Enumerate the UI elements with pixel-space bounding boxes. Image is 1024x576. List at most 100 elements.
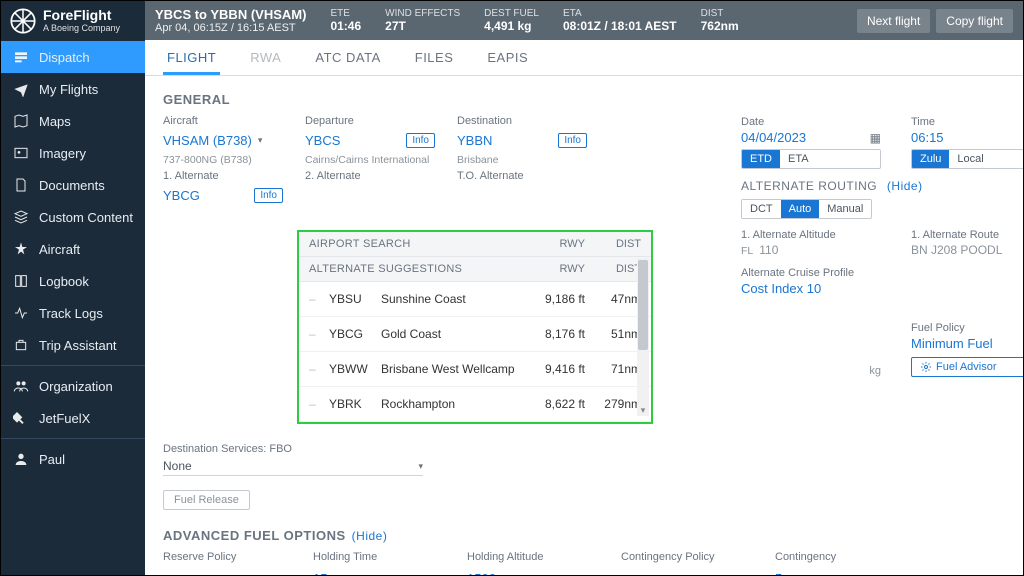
user-icon bbox=[13, 451, 29, 467]
aircraft-label: Aircraft bbox=[163, 115, 301, 127]
chevron-down-icon[interactable]: ▾ bbox=[637, 405, 649, 416]
alt-row[interactable]: –YBRKRockhampton8,622 ft279nm bbox=[299, 387, 651, 422]
topbar: YBCS to YBBN (VHSAM) Apr 04, 06:15Z / 16… bbox=[145, 1, 1023, 40]
brand: ForeFlight A Boeing Company bbox=[1, 1, 145, 41]
nav-label: My Flights bbox=[39, 82, 98, 97]
departure-field[interactable]: YBCS bbox=[305, 133, 340, 148]
nav-label: Organization bbox=[39, 379, 113, 394]
nav-imagery[interactable]: Imagery bbox=[1, 137, 145, 169]
holding-time-label: Holding Time bbox=[313, 551, 461, 563]
route-subtitle: Apr 04, 06:15Z / 16:15 AEST bbox=[155, 22, 306, 34]
nav-track-logs[interactable]: Track Logs bbox=[1, 297, 145, 329]
etd-eta-toggle[interactable]: ETDETA bbox=[741, 149, 881, 169]
date-field[interactable]: 04/04/2023▦ bbox=[741, 130, 881, 145]
aircraft-sub: 737-800NG (B738) bbox=[163, 154, 301, 166]
alt-row[interactable]: –YBCGGold Coast8,176 ft51nm bbox=[299, 317, 651, 352]
nav-label: Documents bbox=[39, 178, 105, 193]
nav-label: JetFuelX bbox=[39, 411, 90, 426]
destination-info-button[interactable]: Info bbox=[558, 133, 587, 148]
nav-label: Imagery bbox=[39, 146, 86, 161]
contingency-label: Contingency bbox=[775, 551, 923, 563]
section-general: GENERAL bbox=[163, 92, 1005, 107]
tabs: FLIGHT RWA ATC DATA FILES EAPIS bbox=[145, 40, 1023, 76]
nav-maps[interactable]: Maps bbox=[1, 105, 145, 137]
routing-mode-toggle[interactable]: DCTAutoManual bbox=[741, 199, 872, 219]
nav-aircraft[interactable]: Aircraft bbox=[1, 233, 145, 265]
nav-dispatch[interactable]: Dispatch bbox=[1, 41, 145, 73]
fuel-icon bbox=[13, 410, 29, 426]
aircraft-icon bbox=[13, 241, 29, 257]
tab-files[interactable]: FILES bbox=[411, 40, 458, 75]
suitcase-icon bbox=[13, 337, 29, 353]
holding-time-input[interactable]: 15Min bbox=[313, 571, 439, 575]
nav-logbook[interactable]: Logbook bbox=[1, 265, 145, 297]
nav-label: Paul bbox=[39, 452, 65, 467]
alt1-label: 1. Alternate bbox=[163, 170, 301, 182]
nav-user[interactable]: Paul bbox=[1, 443, 145, 475]
reserve-policy-label: Reserve Policy bbox=[163, 551, 307, 563]
fuel-release-button[interactable]: Fuel Release bbox=[163, 490, 250, 510]
tab-eapis[interactable]: EAPIS bbox=[483, 40, 532, 75]
adv-hide[interactable]: (Hide) bbox=[352, 529, 388, 543]
tab-flight[interactable]: FLIGHT bbox=[163, 40, 220, 75]
cruise-profile-select[interactable]: Cost Index 10▾ bbox=[741, 281, 1023, 296]
nav-organization[interactable]: Organization bbox=[1, 370, 145, 402]
metric-value: 762nm bbox=[701, 19, 739, 33]
stack-icon bbox=[13, 209, 29, 225]
holding-alt-label: Holding Altitude bbox=[467, 551, 615, 563]
nav-label: Track Logs bbox=[39, 306, 103, 321]
alt-alt-label: 1. Alternate Altitude bbox=[741, 229, 881, 241]
nav-jetfuelx[interactable]: JetFuelX bbox=[1, 402, 145, 434]
alt-alt-value[interactable]: 110 bbox=[759, 243, 778, 257]
alt-route-label: 1. Alternate Route bbox=[911, 229, 1002, 241]
fuel-advisor-button[interactable]: Fuel Advisor bbox=[911, 357, 1023, 377]
metric-label: WIND EFFECTS bbox=[385, 8, 460, 19]
alt1-info-button[interactable]: Info bbox=[254, 188, 283, 203]
contingency-input[interactable]: 5% bbox=[775, 571, 885, 575]
metric-label: ETE bbox=[330, 8, 361, 19]
rwy-header: RWY bbox=[529, 238, 585, 250]
next-flight-button[interactable]: Next flight bbox=[857, 9, 930, 33]
destination-label: Destination bbox=[457, 115, 651, 127]
metric-value: 08:01Z / 18:01 AEST bbox=[563, 19, 677, 33]
aircraft-select[interactable]: VHSAM (B738)▾ bbox=[163, 133, 301, 148]
nav-documents[interactable]: Documents bbox=[1, 169, 145, 201]
departure-label: Departure bbox=[305, 115, 453, 127]
contingency-policy-select[interactable]: Default▾ bbox=[621, 571, 769, 575]
to-alt-label: T.O. Alternate bbox=[457, 170, 651, 182]
alternate-suggestions-popup: AIRPORT SEARCH RWY DIST ALTERNATE SUGGES… bbox=[297, 230, 653, 424]
metric-label: DEST FUEL bbox=[484, 8, 539, 19]
reserve-policy-select[interactable]: CASA RPT▾ bbox=[163, 571, 307, 575]
tab-rwa[interactable]: RWA bbox=[246, 40, 285, 75]
airport-search-header[interactable]: AIRPORT SEARCH bbox=[309, 238, 529, 250]
nav-label: Maps bbox=[39, 114, 71, 129]
departure-info-button[interactable]: Info bbox=[406, 133, 435, 148]
alt-route-value: BN J208 POODL bbox=[911, 243, 1002, 257]
document-icon bbox=[13, 177, 29, 193]
holding-alt-input[interactable]: 1500ft bbox=[467, 571, 593, 575]
destination-field[interactable]: YBBN bbox=[457, 133, 492, 148]
route-title: YBCS to YBBN (VHSAM) bbox=[155, 7, 306, 22]
alt2-label: 2. Alternate bbox=[305, 170, 453, 182]
alt-routing-hide[interactable]: (Hide) bbox=[887, 179, 923, 193]
tab-atc-data[interactable]: ATC DATA bbox=[311, 40, 384, 75]
scrollbar[interactable]: ▾ bbox=[637, 258, 649, 416]
zulu-local-toggle[interactable]: ZuluLocal bbox=[911, 149, 1023, 169]
fuel-policy-select[interactable]: Minimum Fuel▾ bbox=[911, 336, 1023, 351]
nav-custom-content[interactable]: Custom Content bbox=[1, 201, 145, 233]
time-field[interactable]: 06:15Z bbox=[911, 130, 1023, 145]
brand-sub: A Boeing Company bbox=[43, 24, 120, 34]
alt-row[interactable]: –YBSUSunshine Coast9,186 ft47nm bbox=[299, 282, 651, 317]
map-icon bbox=[13, 113, 29, 129]
nav-trip-assistant[interactable]: Trip Assistant bbox=[1, 329, 145, 361]
destination-sub: Brisbane bbox=[457, 154, 651, 166]
alt-row[interactable]: –YBWWBrisbane West Wellcamp9,416 ft71nm bbox=[299, 352, 651, 387]
book-icon bbox=[13, 273, 29, 289]
track-icon bbox=[13, 305, 29, 321]
nav-label: Logbook bbox=[39, 274, 89, 289]
alt1-field[interactable]: YBCG bbox=[163, 188, 200, 203]
dest-services-select[interactable]: None▾ bbox=[163, 459, 423, 476]
nav-my-flights[interactable]: My Flights bbox=[1, 73, 145, 105]
metric-label: ETA bbox=[563, 8, 677, 19]
copy-flight-button[interactable]: Copy flight bbox=[936, 9, 1013, 33]
